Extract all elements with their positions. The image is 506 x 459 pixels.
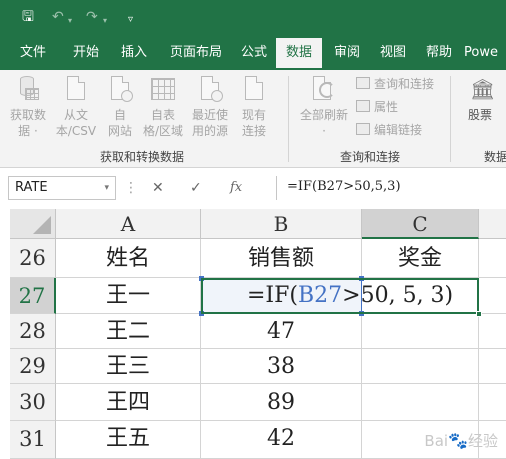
redo-icon[interactable]: ↷ xyxy=(86,8,98,26)
edit-links-button[interactable]: 编辑链接 xyxy=(356,122,422,138)
cell-a28[interactable]: 王二 xyxy=(56,314,201,349)
tab-review[interactable]: 审阅 xyxy=(326,38,368,70)
cell-d26[interactable] xyxy=(479,239,506,278)
name-box-dropdown-icon[interactable]: ▾ xyxy=(104,177,109,199)
undo-dropdown-icon[interactable]: ▾ xyxy=(68,12,72,30)
from-table-range-button[interactable]: 自表 格/区域 xyxy=(140,74,186,139)
cell-b29[interactable]: 38 xyxy=(201,349,362,384)
group-label-data-types: 数据 xyxy=(484,150,506,164)
ribbon-separator xyxy=(450,76,451,162)
bank-icon: 🏛 xyxy=(470,77,496,101)
cell-a29[interactable]: 王三 xyxy=(56,349,201,384)
column-header-a[interactable]: A xyxy=(56,209,201,239)
row-header-29[interactable]: 29 xyxy=(10,349,56,384)
properties-icon xyxy=(356,100,370,112)
database-icon xyxy=(15,74,41,104)
tab-formulas[interactable]: 公式 xyxy=(234,38,274,70)
tab-insert[interactable]: 插入 xyxy=(114,38,154,70)
save-icon[interactable]: 🖫 xyxy=(22,8,34,26)
formula-reference-b27: B27 xyxy=(297,283,343,308)
cell-d27[interactable] xyxy=(479,278,506,314)
column-header-d[interactable] xyxy=(479,209,506,239)
existing-connections-button[interactable]: 现有 连接 xyxy=(236,74,272,139)
from-text-csv-button[interactable]: 从文 本/CSV xyxy=(52,74,100,139)
from-web-button[interactable]: 自 网站 xyxy=(102,74,138,139)
cell-c28[interactable] xyxy=(362,314,479,349)
text-file-icon xyxy=(63,74,89,104)
tab-home[interactable]: 开始 xyxy=(58,38,114,70)
tab-help[interactable]: 帮助 xyxy=(418,38,460,70)
row-header-27[interactable]: 27 xyxy=(10,278,56,314)
formula-bar: RATE ▾ ⋮ ✕ ✓ fx =IF(B27>50,5,3) xyxy=(0,173,506,203)
ribbon-separator xyxy=(288,76,289,162)
table-icon xyxy=(150,74,176,104)
cell-a31[interactable]: 王五 xyxy=(56,421,201,459)
row-header-30[interactable]: 30 xyxy=(10,384,56,421)
recent-sources-icon xyxy=(197,74,223,104)
row-header-31[interactable]: 31 xyxy=(10,421,56,459)
row-header-28[interactable]: 28 xyxy=(10,314,56,349)
column-header-b[interactable]: B xyxy=(201,209,362,239)
paw-icon: 🐾 xyxy=(448,431,468,450)
stocks-button[interactable]: 🏛 股票 xyxy=(458,74,502,123)
active-cell-editor[interactable]: =IF(B27>50, 5, 3) xyxy=(201,278,479,314)
cell-d29[interactable] xyxy=(479,349,506,384)
tab-power-pivot[interactable]: Powe xyxy=(464,38,506,70)
name-box[interactable]: RATE ▾ xyxy=(8,176,116,200)
cell-a27[interactable]: 王一 xyxy=(56,278,201,314)
customize-quick-access-icon[interactable]: ▿ xyxy=(128,11,133,29)
properties-button[interactable]: 属性 xyxy=(356,99,398,115)
cell-c30[interactable] xyxy=(362,384,479,421)
watermark: Bai🐾经验 xyxy=(424,431,498,450)
cell-c29[interactable] xyxy=(362,349,479,384)
refresh-all-button[interactable]: 全部刷新 · xyxy=(296,74,352,139)
cell-b26[interactable]: 销售额 xyxy=(201,239,362,278)
tab-file[interactable]: 文件 xyxy=(8,38,58,70)
edit-links-icon xyxy=(356,123,370,135)
ribbon: 获取数 据 · 从文 本/CSV 自 网站 自表 格/区域 最近使 用的源 现有… xyxy=(0,70,506,168)
refresh-icon xyxy=(311,74,337,104)
fill-handle[interactable] xyxy=(476,311,482,317)
formula-input[interactable]: =IF(B27>50,5,3) xyxy=(276,176,502,200)
queries-connections-button[interactable]: 查询和连接 xyxy=(356,76,434,92)
web-icon xyxy=(107,74,133,104)
tab-page-layout[interactable]: 页面布局 xyxy=(160,38,232,70)
cell-b30[interactable]: 89 xyxy=(201,384,362,421)
undo-icon[interactable]: ↶ xyxy=(52,8,64,26)
group-label-get-transform: 获取和转换数据 xyxy=(100,150,185,164)
tab-data[interactable]: 数据 xyxy=(276,38,322,70)
cell-b28[interactable]: 47 xyxy=(201,314,362,349)
cell-d30[interactable] xyxy=(479,384,506,421)
enter-icon[interactable]: ✓ xyxy=(190,177,202,199)
cell-d28[interactable] xyxy=(479,314,506,349)
existing-connections-icon xyxy=(241,74,267,104)
insert-function-icon[interactable]: fx xyxy=(230,177,242,199)
redo-dropdown-icon[interactable]: ▾ xyxy=(103,12,107,30)
queries-icon xyxy=(356,77,370,89)
title-bar: 🖫 ↶ ▾ ↷ ▾ ▿ xyxy=(0,0,506,38)
cell-a30[interactable]: 王四 xyxy=(56,384,201,421)
cancel-icon[interactable]: ✕ xyxy=(152,177,164,199)
cell-a26[interactable]: 姓名 xyxy=(56,239,201,278)
recent-sources-button[interactable]: 最近使 用的源 xyxy=(188,74,232,139)
select-all-button[interactable] xyxy=(10,209,56,239)
get-data-button[interactable]: 获取数 据 · xyxy=(6,74,50,139)
row-header-26[interactable]: 26 xyxy=(10,239,56,278)
group-label-queries-connections: 查询和连接 xyxy=(340,150,401,164)
ribbon-tabs: 文件 开始 插入 页面布局 公式 数据 审阅 视图 帮助 Powe xyxy=(0,38,506,70)
cell-c26[interactable]: 奖金 xyxy=(362,239,479,278)
formula-bar-grip-icon: ⋮ xyxy=(124,180,138,196)
column-header-c[interactable]: C xyxy=(362,209,479,239)
worksheet[interactable]: A B C 26 姓名 销售额 奖金 27 王一 =IF(B27>50, 5, … xyxy=(0,209,506,459)
cell-b31[interactable]: 42 xyxy=(201,421,362,459)
tab-view[interactable]: 视图 xyxy=(372,38,414,70)
